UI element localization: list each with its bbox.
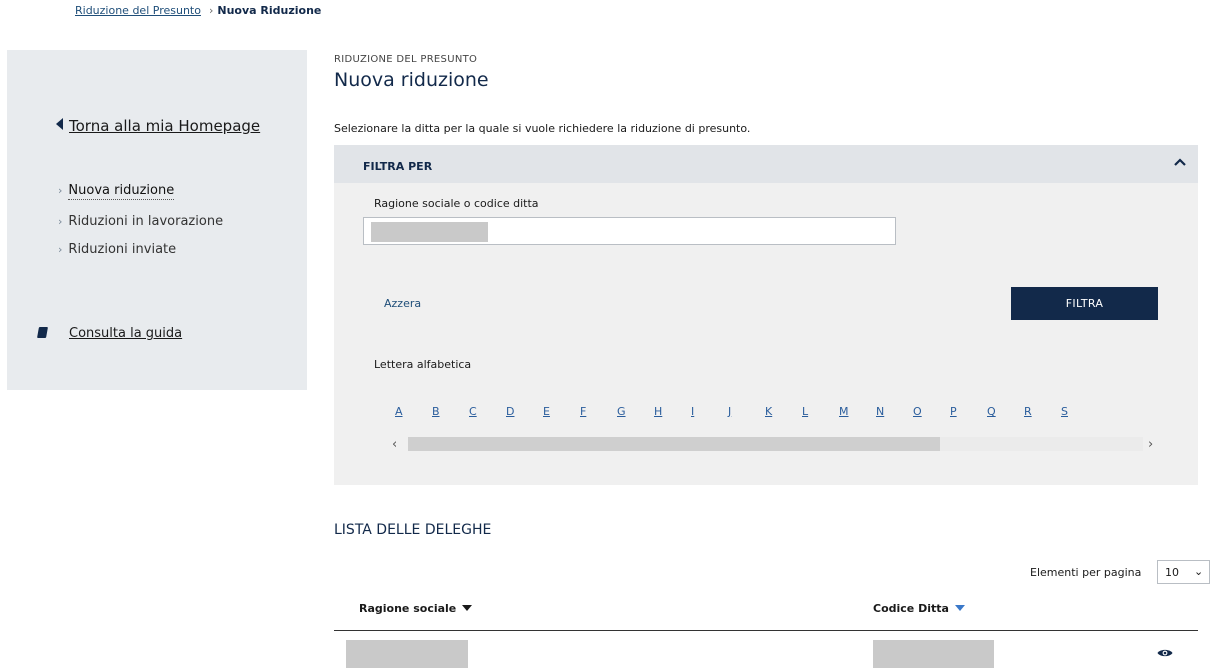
page-intro: Selezionare la ditta per la quale si vuo… [334, 122, 751, 135]
eye-icon[interactable] [1157, 648, 1173, 658]
back-link-label: Torna alla mia Homepage [69, 117, 261, 135]
company-field-label: Ragione sociale o codice ditta [374, 197, 539, 210]
letter-a[interactable]: A [395, 405, 403, 418]
letter-p[interactable]: P [950, 405, 957, 418]
chevron-down-icon: ⌄ [1194, 565, 1204, 578]
letter-g[interactable]: G [617, 405, 626, 418]
column-header-label: Codice Ditta [873, 602, 949, 615]
letter-k[interactable]: K [765, 405, 772, 418]
letter-d[interactable]: D [506, 405, 514, 418]
letter-l[interactable]: L [802, 405, 808, 418]
chevron-up-icon[interactable] [1173, 156, 1187, 168]
column-header-ragione-sociale[interactable]: Ragione sociale [359, 602, 473, 615]
table-divider [334, 630, 1198, 631]
back-to-homepage-link[interactable]: Torna alla mia Homepage [56, 117, 260, 135]
filter-panel-title: FILTRA PER [363, 160, 433, 173]
breadcrumb-separator: › [208, 4, 214, 17]
letter-s[interactable]: S [1061, 405, 1068, 418]
page-title: Nuova riduzione [334, 69, 489, 91]
alphabet-filter-label: Lettera alfabetica [374, 358, 472, 371]
breadcrumb-current: Nuova Riduzione [217, 4, 322, 17]
filter-panel-header[interactable] [334, 145, 1198, 183]
sidebar-item-label: Riduzioni inviate [68, 242, 177, 257]
list-title: LISTA DELLE DELEGHE [334, 522, 492, 538]
per-page-value: 10 [1165, 566, 1179, 579]
chevron-right-icon: › [58, 184, 63, 197]
book-icon [37, 327, 48, 338]
alphabet-filter: A B C D E F G H I J K L M N O P Q R S [390, 405, 1170, 421]
per-page-select[interactable]: 10 ⌄ [1157, 560, 1210, 584]
letter-n[interactable]: N [876, 405, 884, 418]
sidebar-item-riduzioni-inviate[interactable]: › Riduzioni inviate [58, 242, 176, 257]
filter-button[interactable]: FILTRA [1011, 287, 1158, 320]
breadcrumb-parent-link[interactable]: Riduzione del Presunto [75, 4, 201, 17]
per-page-label: Elementi per pagina [1030, 566, 1142, 579]
guide-link[interactable]: Consulta la guida [37, 326, 183, 341]
back-arrow-icon [56, 118, 63, 130]
sidebar-item-label: Nuova riduzione [68, 183, 175, 200]
letter-c[interactable]: C [469, 405, 477, 418]
redacted-input-value [371, 222, 488, 242]
letter-m[interactable]: M [839, 405, 849, 418]
sort-down-icon [462, 605, 473, 611]
letter-o[interactable]: O [913, 405, 922, 418]
letter-i[interactable]: I [691, 405, 694, 418]
chevron-right-icon: › [58, 215, 63, 228]
breadcrumb: Riduzione del Presunto › Nuova Riduzione [75, 4, 321, 17]
guide-link-label: Consulta la guida [69, 326, 183, 341]
sidebar-item-riduzioni-in-lavorazione[interactable]: › Riduzioni in lavorazione [58, 214, 223, 229]
page-kicker: RIDUZIONE DEL PRESUNTO [334, 54, 478, 65]
sort-down-icon [954, 605, 965, 611]
company-search-input[interactable] [363, 217, 896, 245]
letter-h[interactable]: H [654, 405, 662, 418]
sidebar-item-label: Riduzioni in lavorazione [68, 214, 224, 229]
column-header-codice-ditta[interactable]: Codice Ditta [873, 602, 965, 615]
letter-q[interactable]: Q [987, 405, 996, 418]
scroll-left-arrow[interactable]: ‹ [392, 437, 397, 452]
horizontal-scrollbar-thumb[interactable] [408, 437, 940, 451]
letter-j[interactable]: J [728, 405, 731, 418]
column-header-label: Ragione sociale [359, 602, 457, 615]
letter-e[interactable]: E [543, 405, 550, 418]
scroll-right-arrow[interactable]: › [1148, 437, 1153, 452]
letter-f[interactable]: F [580, 405, 586, 418]
chevron-right-icon: › [58, 243, 63, 256]
letter-b[interactable]: B [432, 405, 440, 418]
redacted-company-code [873, 640, 994, 668]
redacted-company-name [346, 640, 468, 668]
letter-r[interactable]: R [1024, 405, 1032, 418]
reset-link[interactable]: Azzera [384, 297, 421, 310]
sidebar-item-nuova-riduzione[interactable]: › Nuova riduzione [58, 183, 175, 200]
